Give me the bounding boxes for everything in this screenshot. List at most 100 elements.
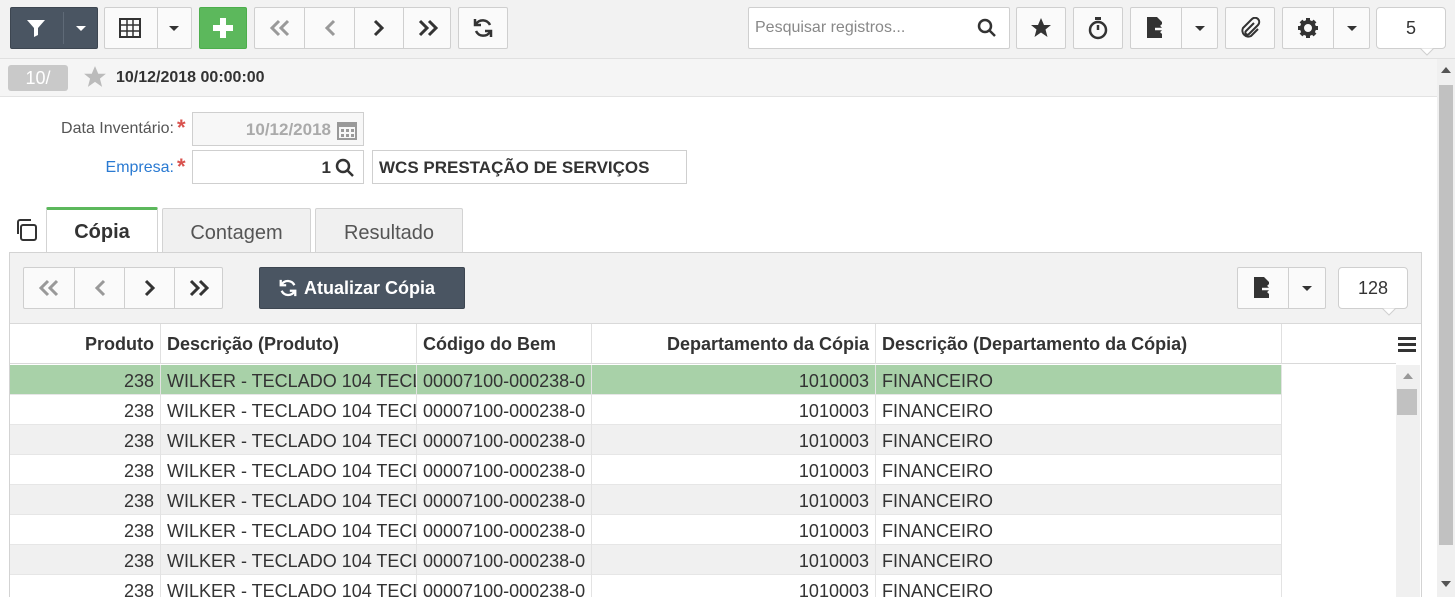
column-header-codigo-bem[interactable]: Código do Bem (417, 324, 592, 364)
filter-button[interactable] (10, 7, 98, 49)
cell-produto: 238 (10, 365, 161, 395)
data-inventario-value: 10/12/2018 (245, 120, 331, 139)
record-datetime: 10/12/2018 00:00:00 (116, 69, 265, 86)
grid-scroll-thumb[interactable] (1397, 389, 1417, 415)
tab-contagem[interactable]: Contagem (162, 208, 311, 253)
previous-record-button[interactable] (305, 8, 354, 48)
table-row[interactable]: 238WILKER - TECLADO 104 TECLAS00007100-0… (10, 575, 1282, 597)
last-record-button[interactable] (404, 8, 451, 48)
data-inventario-field: 10/12/2018 (192, 112, 364, 146)
bubble-pointer-icon (1382, 308, 1396, 316)
table-row[interactable]: 238WILKER - TECLADO 104 TECLAS00007100-0… (10, 485, 1282, 515)
cell-codigo-bem: 00007100-000238-0 (417, 425, 592, 455)
cell-produto: 238 (10, 455, 161, 485)
chevron-left-icon (324, 19, 335, 37)
cell-descricao-produto: WILKER - TECLADO 104 TECLAS (161, 515, 417, 545)
page-scroll-thumb[interactable] (1439, 85, 1453, 545)
grid-first-page-button[interactable] (24, 268, 74, 308)
chevron-down-icon (1195, 26, 1205, 31)
export-button[interactable] (1130, 7, 1218, 49)
column-header-departamento-copia[interactable]: Departamento da Cópia (592, 324, 876, 364)
grid-last-page-button[interactable] (175, 268, 222, 308)
cell-produto: 238 (10, 545, 161, 575)
refresh-icon (473, 19, 493, 37)
empresa-code-field[interactable]: 1 (192, 150, 364, 184)
cell-departamento: 1010003 (592, 545, 876, 575)
add-record-button[interactable] (199, 7, 247, 49)
chevron-down-icon (1302, 286, 1312, 291)
gear-icon (1298, 18, 1318, 38)
cell-descricao-departamento: FINANCEIRO (876, 455, 1282, 485)
search-input[interactable] (749, 8, 969, 48)
cell-descricao-produto: WILKER - TECLADO 104 TECLAS (161, 425, 417, 455)
settings-button[interactable] (1282, 7, 1370, 49)
column-header-produto[interactable]: Produto (10, 324, 161, 364)
scroll-up-icon (1441, 67, 1451, 73)
empresa-label[interactable]: Empresa: (20, 159, 174, 177)
stopwatch-icon (1088, 17, 1108, 40)
cell-descricao-departamento: FINANCEIRO (876, 575, 1282, 597)
tab-resultado[interactable]: Resultado (315, 208, 463, 253)
cell-descricao-produto: WILKER - TECLADO 104 TECLAS (161, 575, 417, 597)
cell-descricao-produto: WILKER - TECLADO 104 TECLAS (161, 545, 417, 575)
refresh-button[interactable] (458, 7, 508, 49)
cell-departamento: 1010003 (592, 365, 876, 395)
chevron-down-icon (76, 26, 86, 31)
main-toolbar: 5 (0, 0, 1455, 59)
cell-codigo-bem: 00007100-000238-0 (417, 365, 592, 395)
table-icon (119, 18, 141, 38)
plus-icon (213, 18, 233, 38)
table-row[interactable]: 238WILKER - TECLADO 104 TECLAS00007100-0… (10, 455, 1282, 485)
column-header-descricao-departamento[interactable]: Descrição (Departamento da Cópia) (876, 324, 1282, 364)
search-icon[interactable] (335, 158, 355, 178)
view-mode-button[interactable] (104, 7, 192, 49)
chevron-down-icon (1347, 26, 1357, 31)
tab-copia[interactable]: Cópia (46, 207, 158, 253)
atualizar-copia-button[interactable]: Atualizar Cópia (259, 267, 465, 309)
star-icon[interactable] (83, 65, 107, 89)
cell-produto: 238 (10, 395, 161, 425)
empresa-code-value: 1 (321, 158, 331, 177)
cell-codigo-bem: 00007100-000238-0 (417, 395, 592, 425)
file-export-icon (1147, 17, 1166, 38)
column-header-descricao-produto[interactable]: Descrição (Produto) (161, 324, 417, 364)
data-inventario-label: Data Inventário: (61, 120, 174, 137)
search-box (748, 7, 1010, 49)
table-row[interactable]: 238WILKER - TECLADO 104 TECLAS00007100-0… (10, 425, 1282, 455)
required-marker: * (177, 154, 186, 179)
page-scrollbar[interactable] (1437, 59, 1455, 597)
search-icon[interactable] (977, 18, 997, 38)
copy-icon[interactable] (14, 218, 38, 242)
favorite-button[interactable] (1016, 7, 1066, 49)
table-row[interactable]: 238WILKER - TECLADO 104 TECLAS00007100-0… (10, 545, 1282, 575)
cell-descricao-produto: WILKER - TECLADO 104 TECLAS (161, 365, 417, 395)
atualizar-copia-label: Atualizar Cópia (304, 277, 436, 298)
table-row[interactable]: 238WILKER - TECLADO 104 TECLAS00007100-0… (10, 515, 1282, 545)
table-row[interactable]: 238WILKER - TECLADO 104 TECLAS00007100-0… (10, 395, 1282, 425)
cell-departamento: 1010003 (592, 425, 876, 455)
grid-scrollbar[interactable] (1396, 365, 1420, 597)
paperclip-icon (1241, 17, 1261, 38)
cell-departamento: 1010003 (592, 515, 876, 545)
cell-descricao-departamento: FINANCEIRO (876, 365, 1282, 395)
cell-descricao-produto: WILKER - TECLADO 104 TECLAS (161, 485, 417, 515)
menu-icon[interactable] (1398, 336, 1416, 352)
file-export-icon (1254, 277, 1273, 298)
attachment-button[interactable] (1225, 7, 1275, 49)
grid-next-page-button[interactable] (125, 268, 174, 308)
cell-codigo-bem: 00007100-000238-0 (417, 545, 592, 575)
scroll-down-icon (1441, 581, 1451, 587)
column-header-filler (1282, 324, 1396, 364)
chevron-right-icon (373, 19, 385, 37)
next-record-button[interactable] (355, 8, 403, 48)
grid-previous-page-button[interactable] (75, 268, 124, 308)
calendar-icon (337, 122, 357, 140)
required-marker: * (177, 115, 186, 140)
cell-descricao-departamento: FINANCEIRO (876, 515, 1282, 545)
table-row[interactable]: 238WILKER - TECLADO 104 TECLAS00007100-0… (10, 365, 1282, 395)
first-record-button[interactable] (255, 8, 304, 48)
cell-descricao-departamento: FINANCEIRO (876, 545, 1282, 575)
cell-codigo-bem: 00007100-000238-0 (417, 575, 592, 597)
timer-button[interactable] (1073, 7, 1123, 49)
grid-export-button[interactable] (1237, 267, 1326, 309)
